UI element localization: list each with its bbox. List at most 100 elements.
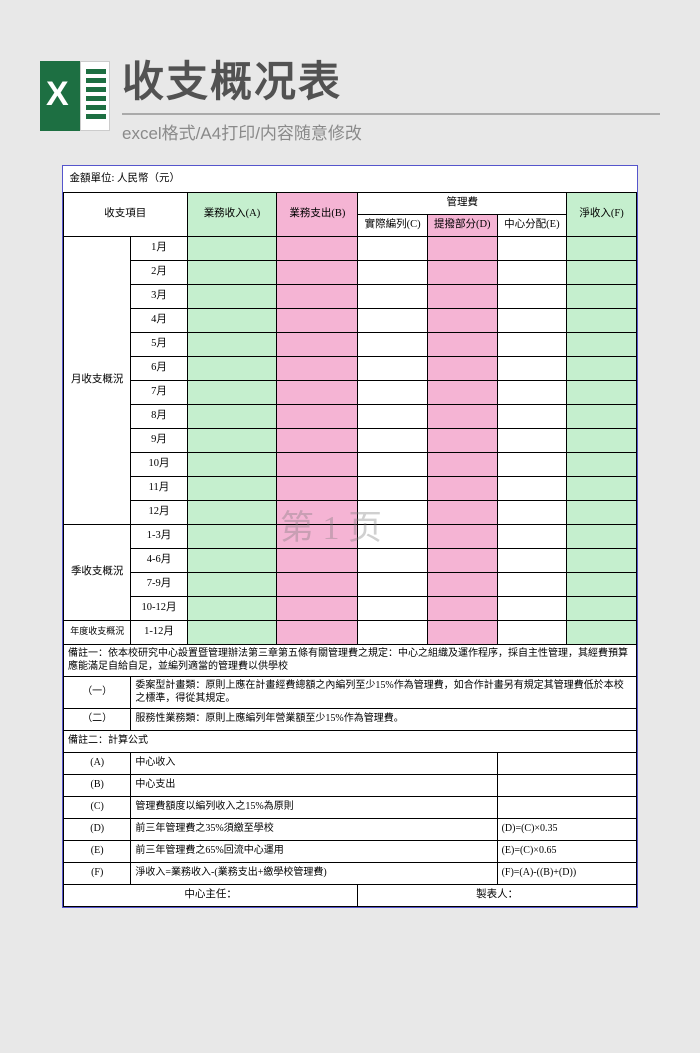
cell[interactable] bbox=[497, 356, 567, 380]
cell[interactable] bbox=[427, 284, 497, 308]
cell[interactable] bbox=[497, 524, 567, 548]
cell[interactable] bbox=[277, 428, 358, 452]
cell[interactable] bbox=[358, 572, 428, 596]
cell[interactable] bbox=[567, 356, 637, 380]
cell[interactable] bbox=[187, 620, 277, 644]
cell[interactable] bbox=[358, 476, 428, 500]
cell[interactable] bbox=[567, 452, 637, 476]
cell[interactable] bbox=[427, 524, 497, 548]
cell[interactable] bbox=[187, 236, 277, 260]
cell[interactable] bbox=[567, 548, 637, 572]
cell[interactable] bbox=[497, 284, 567, 308]
cell[interactable] bbox=[567, 284, 637, 308]
cell[interactable] bbox=[567, 428, 637, 452]
cell[interactable] bbox=[427, 548, 497, 572]
cell[interactable] bbox=[358, 260, 428, 284]
cell[interactable] bbox=[567, 500, 637, 524]
cell[interactable] bbox=[427, 476, 497, 500]
cell[interactable] bbox=[187, 524, 277, 548]
cell[interactable] bbox=[497, 572, 567, 596]
cell[interactable] bbox=[187, 404, 277, 428]
cell[interactable] bbox=[187, 548, 277, 572]
cell[interactable] bbox=[427, 620, 497, 644]
cell[interactable] bbox=[358, 548, 428, 572]
cell[interactable] bbox=[358, 524, 428, 548]
cell[interactable] bbox=[427, 260, 497, 284]
cell[interactable] bbox=[497, 620, 567, 644]
cell[interactable] bbox=[497, 260, 567, 284]
cell[interactable] bbox=[567, 308, 637, 332]
cell[interactable] bbox=[277, 452, 358, 476]
cell[interactable] bbox=[277, 572, 358, 596]
cell[interactable] bbox=[497, 548, 567, 572]
cell[interactable] bbox=[427, 452, 497, 476]
cell[interactable] bbox=[497, 596, 567, 620]
cell[interactable] bbox=[277, 380, 358, 404]
cell[interactable] bbox=[497, 404, 567, 428]
cell[interactable] bbox=[567, 380, 637, 404]
cell[interactable] bbox=[358, 452, 428, 476]
cell[interactable] bbox=[187, 428, 277, 452]
cell[interactable] bbox=[427, 428, 497, 452]
cell[interactable] bbox=[187, 452, 277, 476]
cell[interactable] bbox=[497, 476, 567, 500]
cell[interactable] bbox=[277, 308, 358, 332]
cell[interactable] bbox=[427, 380, 497, 404]
cell[interactable] bbox=[358, 404, 428, 428]
cell[interactable] bbox=[567, 404, 637, 428]
cell[interactable] bbox=[358, 236, 428, 260]
cell[interactable] bbox=[567, 260, 637, 284]
cell[interactable] bbox=[277, 548, 358, 572]
cell[interactable] bbox=[358, 596, 428, 620]
cell[interactable] bbox=[358, 308, 428, 332]
cell[interactable] bbox=[277, 596, 358, 620]
cell[interactable] bbox=[497, 452, 567, 476]
cell[interactable] bbox=[358, 428, 428, 452]
cell[interactable] bbox=[427, 332, 497, 356]
cell[interactable] bbox=[427, 572, 497, 596]
cell[interactable] bbox=[187, 356, 277, 380]
cell[interactable] bbox=[277, 620, 358, 644]
cell[interactable] bbox=[358, 356, 428, 380]
cell[interactable] bbox=[497, 500, 567, 524]
cell[interactable] bbox=[187, 332, 277, 356]
cell[interactable] bbox=[277, 260, 358, 284]
cell[interactable] bbox=[497, 380, 567, 404]
cell[interactable] bbox=[187, 260, 277, 284]
cell[interactable] bbox=[358, 620, 428, 644]
cell[interactable] bbox=[427, 596, 497, 620]
cell[interactable] bbox=[567, 524, 637, 548]
cell[interactable] bbox=[358, 500, 428, 524]
cell[interactable] bbox=[277, 236, 358, 260]
cell[interactable] bbox=[427, 356, 497, 380]
cell[interactable] bbox=[358, 332, 428, 356]
cell[interactable] bbox=[187, 572, 277, 596]
cell[interactable] bbox=[497, 332, 567, 356]
cell[interactable] bbox=[497, 308, 567, 332]
cell[interactable] bbox=[277, 404, 358, 428]
cell[interactable] bbox=[567, 236, 637, 260]
cell[interactable] bbox=[277, 500, 358, 524]
cell[interactable] bbox=[427, 404, 497, 428]
cell[interactable] bbox=[277, 356, 358, 380]
cell[interactable] bbox=[497, 236, 567, 260]
cell[interactable] bbox=[427, 500, 497, 524]
cell[interactable] bbox=[567, 332, 637, 356]
cell[interactable] bbox=[497, 428, 567, 452]
cell[interactable] bbox=[358, 380, 428, 404]
cell[interactable] bbox=[567, 476, 637, 500]
cell[interactable] bbox=[567, 572, 637, 596]
cell[interactable] bbox=[187, 596, 277, 620]
cell[interactable] bbox=[427, 308, 497, 332]
cell[interactable] bbox=[358, 284, 428, 308]
cell[interactable] bbox=[187, 500, 277, 524]
cell[interactable] bbox=[567, 620, 637, 644]
cell[interactable] bbox=[187, 284, 277, 308]
cell[interactable] bbox=[187, 476, 277, 500]
cell[interactable] bbox=[277, 524, 358, 548]
cell[interactable] bbox=[187, 380, 277, 404]
cell[interactable] bbox=[277, 332, 358, 356]
cell[interactable] bbox=[277, 284, 358, 308]
cell[interactable] bbox=[277, 476, 358, 500]
cell[interactable] bbox=[427, 236, 497, 260]
